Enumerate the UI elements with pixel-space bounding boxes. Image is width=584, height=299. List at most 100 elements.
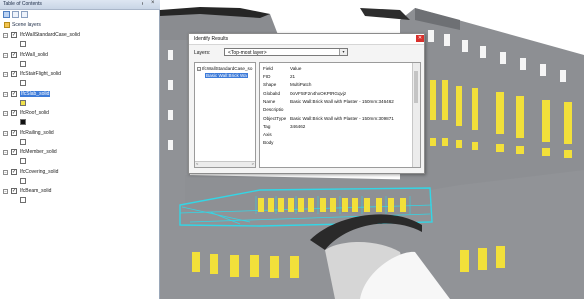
layer-visibility-checkbox[interactable]: ✓ (11, 51, 17, 58)
pin-icon[interactable]: ᵻ (142, 1, 143, 7)
dialog-titlebar[interactable]: Identify Results (189, 34, 424, 45)
dialog-title: Identify Results (194, 36, 229, 42)
attribute-grid: Field Value FID 21 Shape MultiPatch GlobalId… (259, 62, 421, 168)
layer-item[interactable]: − ✓ IfcMember_solid (3, 149, 153, 169)
attribute-row[interactable]: Shape MultiPatch (260, 81, 412, 89)
list-by-source-icon[interactable] (12, 11, 19, 18)
scroll-right-icon[interactable]: > (252, 161, 254, 166)
close-icon[interactable]: ✕ (416, 35, 424, 42)
layer-name[interactable]: IfcMember_solid (20, 149, 57, 155)
tree-node-layer[interactable]: − IfcWallStandardCase_so (197, 66, 252, 71)
attribute-field: GlobalId (263, 90, 281, 96)
list-by-drawing-order-icon[interactable] (3, 11, 10, 18)
layer-item[interactable]: − ✓ IfcBeam_solid (3, 188, 153, 208)
layer-item[interactable]: − ✓ IfcWallStandardCase_solid (3, 32, 153, 52)
layer-visibility-checkbox[interactable]: ✓ (11, 149, 17, 155)
layer-visibility-checkbox[interactable]: ✓ (11, 110, 17, 116)
layer-name[interactable]: IfcStairFlight_solid (20, 71, 61, 77)
attribute-row[interactable]: FID 21 (260, 73, 412, 81)
attribute-field: Name (263, 98, 276, 104)
chevron-down-icon[interactable]: ▾ (339, 49, 347, 55)
grid-header: Field Value (260, 65, 412, 73)
attribute-field: Tag (263, 123, 271, 129)
layer-item[interactable]: − ✓ IfcRailing_solid (3, 129, 153, 150)
toc-titlebar: Table of Contents ᵻ × (0, 0, 160, 10)
layer-symbol-swatch[interactable] (20, 138, 26, 145)
collapse-icon[interactable]: − (3, 52, 8, 58)
attribute-value: Basic Wall:Brick Wall with Plaster - 150… (290, 98, 394, 104)
layer-item[interactable]: − ✓ IfcWall_solid (3, 51, 153, 72)
layer-visibility-checkbox[interactable]: ✓ (11, 71, 17, 77)
layer-symbol-swatch[interactable] (20, 119, 26, 125)
attribute-row[interactable]: Axis (260, 131, 412, 139)
results-tree: − IfcWallStandardCase_so Basic Wall:Brick… (194, 62, 256, 168)
layer-item[interactable]: − ✓ IfcStairFlight_solid (3, 71, 153, 91)
scroll-left-icon[interactable]: < (196, 161, 198, 166)
layer-visibility-checkbox[interactable]: ✓ (11, 32, 17, 38)
collapse-icon[interactable]: − (197, 66, 201, 71)
attribute-field: ObjectType (263, 115, 287, 121)
layer-name[interactable]: IfcRoof_solid (20, 110, 49, 116)
collapse-icon[interactable]: − (3, 169, 8, 175)
layer-symbol-swatch[interactable] (20, 60, 26, 67)
layer-symbol-swatch[interactable] (20, 41, 26, 47)
field-column-header: Field (263, 66, 273, 71)
layer-item[interactable]: − ✓ IfcCovering_solid (3, 168, 153, 189)
layer-visibility-checkbox[interactable]: ✓ (11, 129, 17, 136)
layer-name[interactable]: IfcCovering_solid (20, 169, 58, 175)
attribute-field: FID (263, 74, 271, 79)
layers-dropdown-value: <Top-most layer> (228, 50, 267, 56)
layer-symbol-swatch[interactable] (20, 99, 26, 106)
layers-dropdown[interactable]: <Top-most layer> ▾ (224, 48, 348, 56)
layer-name[interactable]: IfcSlab_solid (20, 90, 51, 97)
vertical-scrollbar[interactable] (412, 63, 420, 167)
identify-results-dialog: Identify Results ✕ Layers: <Top-most lay… (188, 33, 425, 174)
layer-visibility-checkbox[interactable]: ✓ (11, 168, 17, 175)
scene-layers-label: Scene layers (12, 22, 41, 28)
layer-visibility-checkbox[interactable]: ✓ (11, 90, 17, 97)
collapse-icon[interactable]: − (3, 33, 8, 38)
layer-item[interactable]: − ✓ IfcSlab_solid (3, 90, 153, 111)
attribute-row[interactable]: Name Basic Wall:Brick Wall with Plaster -… (260, 98, 412, 106)
layer-name[interactable]: IfcBeam_solid (20, 188, 51, 194)
layer-symbol-swatch[interactable] (20, 80, 26, 86)
attribute-value: MultiPatch (290, 82, 312, 88)
collapse-icon[interactable]: − (3, 150, 8, 155)
attribute-value: 21 (290, 74, 296, 79)
roof-right (360, 8, 410, 20)
collapse-icon[interactable]: − (3, 111, 8, 116)
attribute-row[interactable]: Body (260, 139, 412, 147)
layer-name[interactable]: IfcRailing_solid (20, 130, 54, 136)
attribute-row[interactable]: GlobalId 0oVF5tF2n4hxOKPtRGqvjz (260, 90, 412, 98)
layer-item[interactable]: − ✓ IfcRoof_solid (3, 110, 153, 130)
layer-name[interactable]: IfcWall_solid (20, 52, 48, 58)
attribute-field: Axis (263, 132, 272, 138)
tree-node-feature[interactable]: Basic Wall:Brick Wa (205, 73, 248, 78)
collapse-icon[interactable]: − (3, 189, 8, 194)
collapse-icon[interactable]: − (3, 91, 8, 97)
attribute-value: 346462 (290, 123, 306, 129)
close-icon[interactable]: × (151, 0, 155, 6)
layer-name[interactable]: IfcWallStandardCase_solid (20, 32, 80, 38)
collapse-icon[interactable]: − (3, 130, 8, 136)
collapse-icon[interactable]: − (3, 72, 8, 77)
layer-symbol-swatch[interactable] (20, 197, 26, 203)
toc-toolbar (3, 11, 123, 19)
group-layer-icon (4, 22, 10, 28)
layers-label: Layers: (194, 50, 211, 56)
attribute-row[interactable]: ObjectType Basic Wall:Brick Wall with Pla… (260, 115, 412, 123)
list-by-visibility-icon[interactable] (21, 11, 28, 18)
layer-symbol-swatch[interactable] (20, 177, 26, 184)
scene-layers-group[interactable]: Scene layers (4, 22, 41, 29)
horizontal-scrollbar[interactable]: < > (195, 161, 255, 167)
attribute-row[interactable]: Descriptio (260, 106, 412, 114)
attribute-field: Body (263, 140, 274, 146)
scrollbar-thumb[interactable] (414, 71, 418, 103)
layer-symbol-swatch[interactable] (20, 158, 26, 164)
attribute-row[interactable]: Tag 346462 (260, 123, 412, 131)
toc-title: Table of Contents (3, 1, 42, 7)
tree-node-layer-label: IfcWallStandardCase_so (202, 66, 253, 71)
attribute-field: Descriptio (263, 107, 284, 113)
layer-visibility-checkbox[interactable]: ✓ (11, 188, 17, 194)
table-of-contents-panel: Table of Contents ᵻ × Scene layers − ✓ Ifc… (0, 0, 160, 299)
